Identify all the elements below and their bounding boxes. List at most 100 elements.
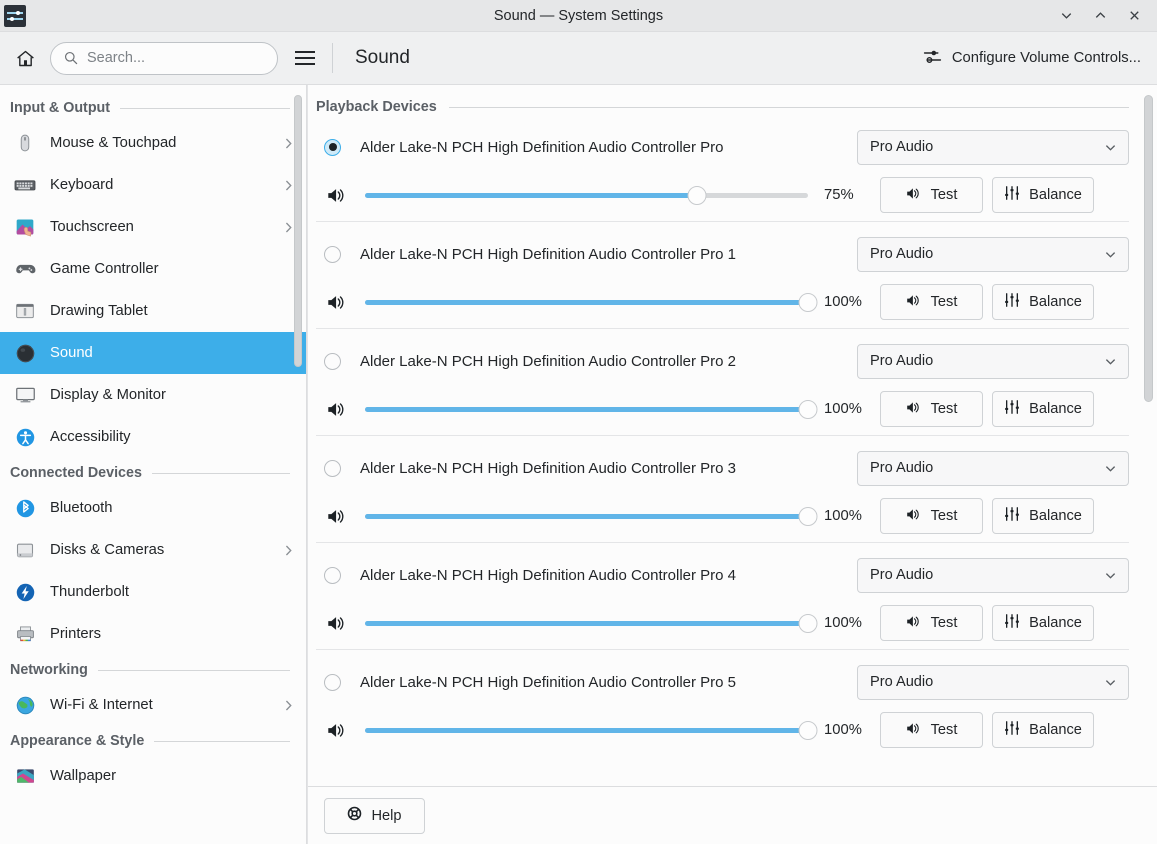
device-profile-select[interactable]: Pro Audio	[857, 450, 1129, 486]
balance-sliders-icon	[1004, 720, 1020, 740]
minimize-button[interactable]	[1051, 2, 1081, 30]
slider-handle[interactable]	[798, 720, 818, 740]
device-header: Alder Lake-N PCH High Definition Audio C…	[316, 125, 1129, 169]
volume-icon[interactable]	[326, 400, 350, 419]
balance-button[interactable]: Balance	[992, 177, 1094, 213]
device-default-radio[interactable]	[324, 673, 341, 691]
help-button[interactable]: Help	[324, 797, 425, 834]
sidebar-item-bluetooth[interactable]: Bluetooth	[0, 487, 306, 529]
body: Input & Output Mouse & Touchpad Keyboard To…	[0, 85, 1157, 844]
chevron-down-icon	[1103, 568, 1118, 583]
device-default-radio[interactable]	[324, 566, 341, 584]
device-profile-select[interactable]: Pro Audio	[857, 343, 1129, 379]
test-button[interactable]: Test	[880, 284, 983, 320]
volume-icon[interactable]	[326, 721, 350, 740]
speaker-icon	[906, 507, 922, 526]
test-button[interactable]: Test	[880, 391, 983, 427]
slider-fill	[365, 513, 808, 519]
volume-slider[interactable]	[365, 399, 818, 419]
slider-handle[interactable]	[687, 185, 707, 205]
balance-button[interactable]: Balance	[992, 712, 1094, 748]
sidebar-scrollbar[interactable]	[294, 95, 302, 367]
balance-button[interactable]: Balance	[992, 391, 1094, 427]
sidebar-item-game-controller[interactable]: Game Controller	[0, 248, 306, 290]
device-volume-row: 75% Test Balance	[316, 169, 1129, 221]
device-profile-select[interactable]: Pro Audio	[857, 236, 1129, 272]
search-input[interactable]	[87, 50, 265, 66]
test-button[interactable]: Test	[880, 498, 983, 534]
close-button[interactable]	[1119, 2, 1149, 30]
toolbar-separator	[332, 43, 333, 73]
section-divider	[448, 106, 1129, 108]
volume-percent-label: 100%	[824, 401, 862, 417]
sidebar-item-mouse-touchpad[interactable]: Mouse & Touchpad	[0, 122, 306, 164]
volume-slider[interactable]	[365, 292, 818, 312]
sidebar-group-divider	[154, 740, 290, 742]
volume-slider[interactable]	[365, 720, 818, 740]
sidebar-item-label: Accessibility	[50, 429, 131, 445]
device-profile-select[interactable]: Pro Audio	[857, 129, 1129, 165]
main-content: Playback Devices Alder Lake-N PCH High D…	[307, 85, 1157, 844]
balance-label: Balance	[1029, 722, 1082, 738]
sidebar-group-title: Input & Output	[10, 100, 111, 116]
test-button[interactable]: Test	[880, 177, 983, 213]
chevron-down-icon	[1103, 461, 1118, 476]
volume-icon[interactable]	[326, 186, 350, 205]
sidebar-item-wallpaper[interactable]: Wallpaper	[0, 755, 306, 797]
speaker-icon	[906, 721, 922, 740]
playback-device-row: Alder Lake-N PCH High Definition Audio C…	[316, 115, 1129, 222]
test-label: Test	[930, 722, 958, 738]
volume-icon[interactable]	[326, 614, 350, 633]
configure-volume-controls-button[interactable]: Configure Volume Controls...	[918, 40, 1145, 77]
sidebar-item-display-monitor[interactable]: Display & Monitor	[0, 374, 306, 416]
sidebar-item-touchscreen[interactable]: Touchscreen	[0, 206, 306, 248]
sidebar-item-drawing-tablet[interactable]: Drawing Tablet	[0, 290, 306, 332]
balance-button[interactable]: Balance	[992, 284, 1094, 320]
volume-icon[interactable]	[326, 507, 350, 526]
balance-button[interactable]: Balance	[992, 498, 1094, 534]
slider-handle[interactable]	[798, 613, 818, 633]
device-default-radio[interactable]	[324, 352, 341, 370]
slider-handle[interactable]	[798, 399, 818, 419]
sidebar-item-label: Thunderbolt	[50, 584, 129, 600]
volume-percent-label: 100%	[824, 508, 862, 524]
home-button[interactable]	[8, 41, 42, 75]
sidebar-item-keyboard[interactable]: Keyboard	[0, 164, 306, 206]
test-button[interactable]: Test	[880, 605, 983, 641]
volume-slider[interactable]	[365, 185, 808, 205]
device-profile-select[interactable]: Pro Audio	[857, 557, 1129, 593]
slider-handle[interactable]	[798, 506, 818, 526]
disk-icon	[14, 539, 36, 561]
test-label: Test	[930, 294, 958, 310]
window-controls	[1051, 2, 1157, 30]
sidebar-item-thunderbolt[interactable]: Thunderbolt	[0, 571, 306, 613]
hamburger-menu-icon[interactable]	[288, 41, 322, 75]
sound-icon	[14, 342, 36, 364]
balance-button[interactable]: Balance	[992, 605, 1094, 641]
main-scrollbar[interactable]	[1144, 95, 1153, 402]
search-box[interactable]	[50, 41, 278, 75]
sidebar-item-printers[interactable]: Printers	[0, 613, 306, 655]
device-default-radio[interactable]	[324, 138, 341, 156]
device-header: Alder Lake-N PCH High Definition Audio C…	[316, 660, 1129, 704]
balance-sliders-icon	[1004, 613, 1020, 633]
device-default-radio[interactable]	[324, 245, 341, 263]
device-profile-select[interactable]: Pro Audio	[857, 664, 1129, 700]
printer-icon	[14, 623, 36, 645]
maximize-button[interactable]	[1085, 2, 1115, 30]
monitor-icon	[14, 384, 36, 406]
test-button[interactable]: Test	[880, 712, 983, 748]
sidebar-item-label: Drawing Tablet	[50, 303, 148, 319]
sidebar-item-sound[interactable]: Sound	[0, 332, 306, 374]
volume-icon[interactable]	[326, 293, 350, 312]
sidebar-group-title: Connected Devices	[10, 465, 142, 481]
device-default-radio[interactable]	[324, 459, 341, 477]
balance-sliders-icon	[1004, 399, 1020, 419]
sidebar-group-header: Connected Devices	[0, 458, 306, 487]
volume-slider[interactable]	[365, 613, 818, 633]
sidebar-item-wi-fi-internet[interactable]: Wi-Fi & Internet	[0, 684, 306, 726]
sidebar-item-disks-cameras[interactable]: Disks & Cameras	[0, 529, 306, 571]
sidebar-item-accessibility[interactable]: Accessibility	[0, 416, 306, 458]
volume-slider[interactable]	[365, 506, 818, 526]
slider-handle[interactable]	[798, 292, 818, 312]
